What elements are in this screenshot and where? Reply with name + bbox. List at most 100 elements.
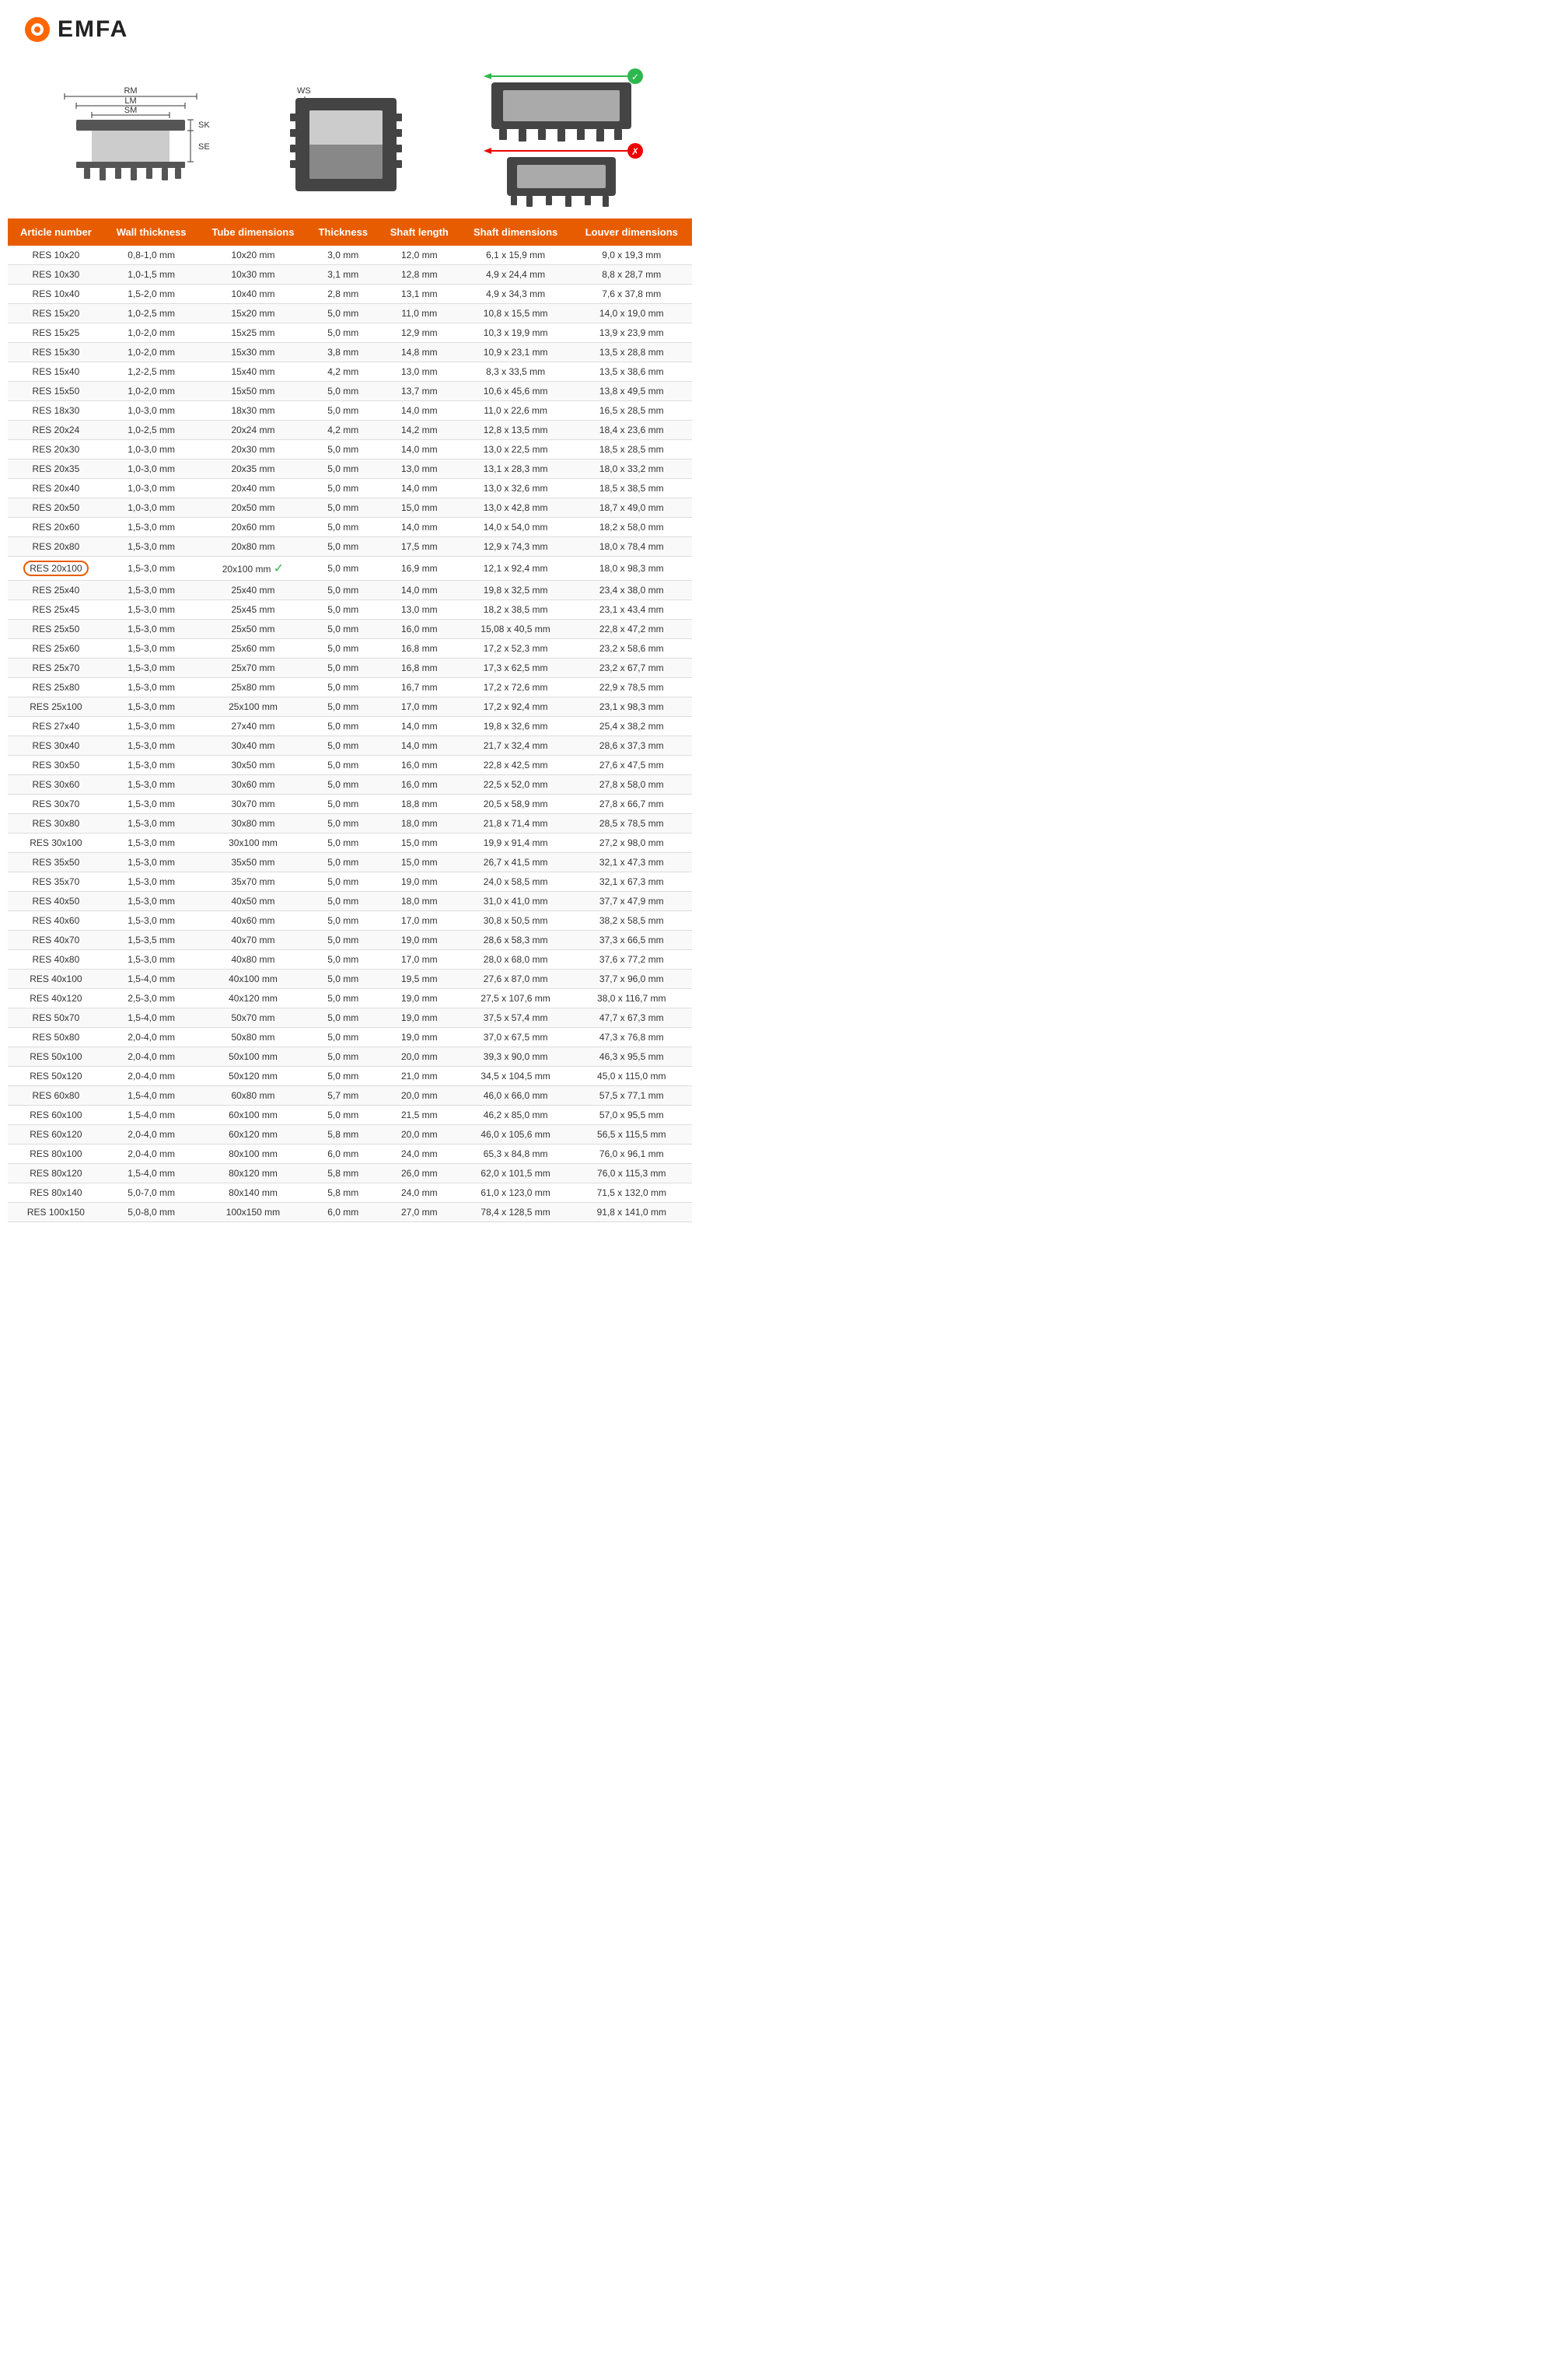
table-cell: 4,9 x 34,3 mm [460,285,571,304]
table-cell: RES 20x24 [8,421,104,440]
table-cell: 4,9 x 24,4 mm [460,265,571,285]
table-row: RES 100x1505,0-8,0 mm100x150 mm6,0 mm27,… [8,1203,692,1222]
table-cell: 2,0-4,0 mm [104,1047,199,1067]
table-cell: 1,5-3,0 mm [104,557,199,581]
table-cell: 21,8 x 71,4 mm [460,814,571,834]
table-cell: 25x100 mm [198,697,307,717]
table-cell: 21,0 mm [379,1067,460,1086]
table-cell: 30x80 mm [198,814,307,834]
table-cell: 1,5-2,0 mm [104,285,199,304]
table-cell: 15x50 mm [198,382,307,401]
table-cell: RES 100x150 [8,1203,104,1222]
table-cell: 6,0 mm [308,1145,379,1164]
table-row: RES 30x501,5-3,0 mm30x50 mm5,0 mm16,0 mm… [8,756,692,775]
table-cell: 32,1 x 67,3 mm [571,872,692,892]
table-row: RES 40x601,5-3,0 mm40x60 mm5,0 mm17,0 mm… [8,911,692,931]
table-cell: RES 30x50 [8,756,104,775]
table-cell: RES 20x35 [8,460,104,479]
diagram-front: WS [288,82,412,211]
table-cell: 10x30 mm [198,265,307,285]
table-cell: 5,0 mm [308,304,379,323]
table-cell: 20x30 mm [198,440,307,460]
table-cell: 6,1 x 15,9 mm [460,246,571,265]
table-cell: RES 40x60 [8,911,104,931]
table-cell: 37,6 x 77,2 mm [571,950,692,970]
table-cell: 39,3 x 90,0 mm [460,1047,571,1067]
table-cell: 2,0-4,0 mm [104,1028,199,1047]
table-cell: 20x100 mm ✓ [198,557,307,581]
table-cell: 5,0 mm [308,639,379,659]
table-cell: 1,5-3,0 mm [104,678,199,697]
table-cell: 28,6 x 37,3 mm [571,736,692,756]
table-cell: 5,0 mm [308,600,379,620]
table-cell: 1,5-3,0 mm [104,775,199,795]
table-cell: 14,0 mm [379,717,460,736]
table-cell: 10,6 x 45,6 mm [460,382,571,401]
table-cell: 5,0 mm [308,834,379,853]
table-cell: RES 25x45 [8,600,104,620]
table-cell: 8,8 x 28,7 mm [571,265,692,285]
table-cell: 20,0 mm [379,1086,460,1106]
table-cell: RES 60x100 [8,1106,104,1125]
table-row: RES 25x501,5-3,0 mm25x50 mm5,0 mm16,0 mm… [8,620,692,639]
table-cell: 1,5-3,0 mm [104,620,199,639]
table-cell: 21,7 x 32,4 mm [460,736,571,756]
table-cell: 19,0 mm [379,1028,460,1047]
table-cell: 2,0-4,0 mm [104,1125,199,1145]
table-row: RES 30x801,5-3,0 mm30x80 mm5,0 mm18,0 mm… [8,814,692,834]
svg-text:✓: ✓ [631,72,639,82]
table-row: RES 25x1001,5-3,0 mm25x100 mm5,0 mm17,0 … [8,697,692,717]
table-cell: 16,9 mm [379,557,460,581]
table-cell: 1,0-3,0 mm [104,401,199,421]
table-cell: 5,0 mm [308,775,379,795]
table-row: RES 60x1001,5-4,0 mm60x100 mm5,0 mm21,5 … [8,1106,692,1125]
table-cell: 40x50 mm [198,892,307,911]
table-cell: 46,2 x 85,0 mm [460,1106,571,1125]
table-row: RES 20x501,0-3,0 mm20x50 mm5,0 mm15,0 mm… [8,498,692,518]
table-cell: 13,0 mm [379,600,460,620]
table-cell: 15,0 mm [379,834,460,853]
table-row: RES 15x501,0-2,0 mm15x50 mm5,0 mm13,7 mm… [8,382,692,401]
table-cell: 17,0 mm [379,911,460,931]
table-cell: 30x100 mm [198,834,307,853]
table-row: RES 20x601,5-3,0 mm20x60 mm5,0 mm14,0 mm… [8,518,692,537]
table-cell: 23,4 x 38,0 mm [571,581,692,600]
table-cell: 24,0 mm [379,1145,460,1164]
table-cell: 19,8 x 32,5 mm [460,581,571,600]
table-cell: 5,0 mm [308,1106,379,1125]
table-cell: 25x50 mm [198,620,307,639]
table-cell: 23,2 x 67,7 mm [571,659,692,678]
table-cell: 1,0-2,0 mm [104,382,199,401]
table-cell: 5,8 mm [308,1183,379,1203]
table-cell: 16,0 mm [379,620,460,639]
table-row: RES 15x251,0-2,0 mm15x25 mm5,0 mm12,9 mm… [8,323,692,343]
table-row: RES 25x701,5-3,0 mm25x70 mm5,0 mm16,8 mm… [8,659,692,678]
table-cell: 30x70 mm [198,795,307,814]
table-cell: 5,0 mm [308,498,379,518]
col-thickness: Thickness [308,218,379,246]
table-cell: 13,0 x 42,8 mm [460,498,571,518]
table-header-row: Article number Wall thickness Tube dimen… [8,218,692,246]
table-cell: 1,5-3,0 mm [104,950,199,970]
col-shaft-dimensions: Shaft dimensions [460,218,571,246]
table-cell: 27x40 mm [198,717,307,736]
table-row: RES 30x701,5-3,0 mm30x70 mm5,0 mm18,8 mm… [8,795,692,814]
table-row: RES 10x301,0-1,5 mm10x30 mm3,1 mm12,8 mm… [8,265,692,285]
table-cell: 1,5-4,0 mm [104,970,199,989]
table-cell: 13,1 x 28,3 mm [460,460,571,479]
table-cell: RES 40x120 [8,989,104,1008]
table-row: RES 50x802,0-4,0 mm50x80 mm5,0 mm19,0 mm… [8,1028,692,1047]
table-cell: 1,0-1,5 mm [104,265,199,285]
table-cell: RES 25x80 [8,678,104,697]
table-row: RES 10x401,5-2,0 mm10x40 mm2,8 mm13,1 mm… [8,285,692,304]
table-cell: RES 50x120 [8,1067,104,1086]
table-cell: RES 40x50 [8,892,104,911]
table-cell: 18,0 x 98,3 mm [571,557,692,581]
table-cell: 14,0 mm [379,479,460,498]
table-cell: 17,2 x 72,6 mm [460,678,571,697]
table-cell: 20x50 mm [198,498,307,518]
table-cell: RES 15x20 [8,304,104,323]
table-cell: 1,5-3,0 mm [104,814,199,834]
table-cell: 5,0 mm [308,620,379,639]
table-cell: 12,9 x 74,3 mm [460,537,571,557]
